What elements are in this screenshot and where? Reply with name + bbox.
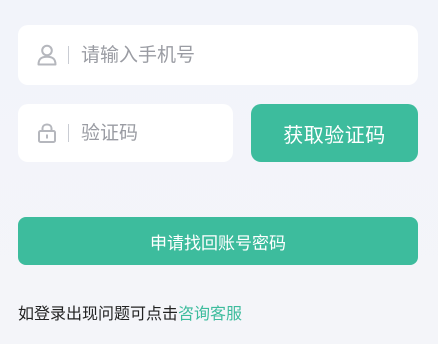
user-icon	[37, 44, 57, 66]
phone-input[interactable]	[81, 44, 418, 66]
field-divider	[68, 124, 69, 142]
verification-code-input[interactable]	[81, 122, 233, 144]
phone-field[interactable]	[18, 25, 418, 85]
lock-icon	[37, 122, 57, 144]
help-text: 如登录出现问题可点击咨询客服	[18, 300, 242, 324]
help-message: 如登录出现问题可点击	[18, 304, 179, 323]
get-verification-code-button[interactable]: 获取验证码	[251, 104, 418, 162]
verification-code-field[interactable]	[18, 104, 233, 162]
contact-support-link[interactable]: 咨询客服	[178, 304, 242, 323]
recover-account-button[interactable]: 申请找回账号密码	[18, 217, 418, 265]
field-divider	[68, 46, 69, 64]
